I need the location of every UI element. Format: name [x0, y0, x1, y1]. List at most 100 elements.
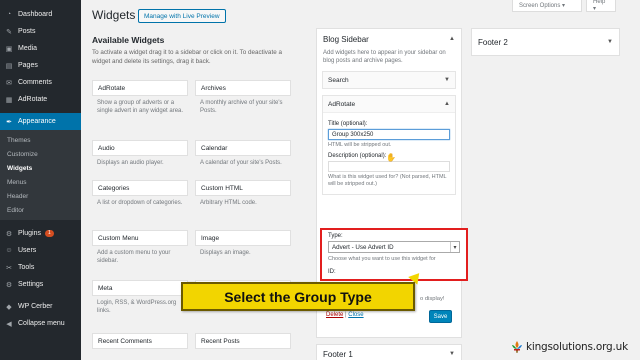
- menu-item-label: Posts: [18, 28, 36, 35]
- shield-icon: ◆: [6, 303, 12, 311]
- manage-live-preview-button[interactable]: Manage with Live Preview: [138, 9, 226, 23]
- menu-item-label: Comments: [18, 79, 52, 86]
- chevron-down-icon[interactable]: ▼: [607, 39, 613, 45]
- collapse-icon: ◀: [6, 320, 12, 328]
- menu-item-media[interactable]: ▣ Media: [0, 40, 81, 57]
- menu-item-adrotate[interactable]: ▦ AdRotate: [0, 91, 81, 108]
- menu-item-users[interactable]: ☺ Users: [0, 242, 81, 259]
- menu-item-wp-cerber[interactable]: ◆ WP Cerber: [0, 298, 81, 315]
- menu-item-tools[interactable]: ✂ Tools: [0, 259, 81, 276]
- widget-card-description: Arbitrary HTML code.: [200, 200, 257, 206]
- settings-icon: ⚙: [5, 281, 13, 289]
- mouse-cursor-icon: ✋: [386, 153, 396, 162]
- screen-options-tab[interactable]: Screen Options ▾: [512, 0, 582, 12]
- widget-card-description: A monthly archive of your site's Posts.: [200, 100, 283, 114]
- submenu-header[interactable]: Header: [0, 189, 81, 203]
- close-link[interactable]: Close: [348, 312, 363, 318]
- widget-card[interactable]: Recent Posts: [195, 333, 291, 349]
- instruction-callout: Select the Group Type: [181, 282, 415, 311]
- separator: |: [345, 312, 347, 318]
- widget-card[interactable]: Custom Menu Add a custom menu to your sid…: [92, 230, 188, 265]
- media-icon: ▣: [5, 45, 13, 53]
- save-button[interactable]: Save: [429, 310, 452, 323]
- chevron-up-icon[interactable]: ▲: [444, 101, 450, 107]
- widget-card-title[interactable]: Custom Menu: [92, 230, 188, 246]
- widget-card[interactable]: Recent Comments: [92, 333, 188, 349]
- page-title: Widgets: [92, 8, 136, 22]
- blog-sidebar-header[interactable]: Blog Sidebar ▲: [317, 29, 461, 49]
- menu-item-settings[interactable]: ⚙ Settings: [0, 276, 81, 293]
- type-label: Type:: [328, 233, 343, 239]
- widget-card[interactable]: AdRotate Show a group of adverts or a sin…: [92, 80, 188, 115]
- submenu-editor[interactable]: Editor: [0, 203, 81, 217]
- menu-item-label: Media: [18, 45, 38, 52]
- appearance-submenu: Themes Customize Widgets Menus Header Ed…: [0, 130, 81, 220]
- type-select[interactable]: Advert - Use Advert ID ▾: [328, 241, 460, 253]
- chevron-down-icon[interactable]: ▼: [444, 77, 450, 83]
- widget-card-title[interactable]: AdRotate: [92, 80, 188, 96]
- menu-item-plugins[interactable]: ⚙ Plugins 1: [0, 225, 81, 242]
- widget-card-description: Show a group of adverts or a single adve…: [97, 100, 184, 114]
- footer-1-area[interactable]: Footer 1 ▼: [316, 344, 462, 360]
- pages-icon: ▤: [5, 62, 13, 70]
- submenu-widgets[interactable]: Widgets: [0, 161, 81, 175]
- description-field[interactable]: [328, 161, 450, 172]
- menu-item-label: AdRotate: [18, 96, 48, 103]
- widget-card-title[interactable]: Meta: [92, 280, 188, 296]
- footer-1-title: Footer 1: [323, 349, 353, 359]
- widget-card-title[interactable]: Recent Comments: [92, 333, 188, 349]
- brand-logo: kingsolutions.org.uk: [510, 340, 628, 354]
- menu-item-label: Collapse menu: [18, 320, 65, 327]
- submenu-menus[interactable]: Menus: [0, 175, 81, 189]
- users-icon: ☺: [5, 247, 13, 254]
- widget-card-description: Displays an audio player.: [97, 160, 164, 166]
- menu-item-posts[interactable]: ✎ Posts: [0, 23, 81, 40]
- widget-card-title[interactable]: Audio: [92, 140, 188, 156]
- id-label: ID:: [328, 269, 336, 275]
- adrotate-widget: AdRotate ▲ Title (optional): Group 300x2…: [322, 95, 456, 195]
- blog-sidebar-description: Add widgets here to appear in your sideb…: [323, 50, 446, 64]
- widget-card[interactable]: Calendar A calendar of your site's Posts.: [195, 140, 291, 167]
- widget-card-title[interactable]: Calendar: [195, 140, 291, 156]
- widget-card-title[interactable]: Recent Posts: [195, 333, 291, 349]
- widget-card-title[interactable]: Archives: [195, 80, 291, 96]
- adrotate-widget-title: AdRotate: [328, 100, 356, 108]
- menu-item-label: Users: [18, 247, 37, 254]
- chevron-down-icon[interactable]: ▾: [450, 242, 459, 252]
- adrotate-icon: ▦: [5, 96, 13, 104]
- help-tab[interactable]: Help ▾: [586, 0, 616, 12]
- widget-actions: Delete | Close: [326, 312, 364, 318]
- widget-card[interactable]: Image Displays an image.: [195, 230, 291, 257]
- widget-card[interactable]: Categories A list or dropdown of categori…: [92, 180, 188, 207]
- update-count-badge: 1: [44, 230, 54, 237]
- type-hint: Choose what you want to use this widget …: [328, 256, 436, 262]
- menu-item-label: Dashboard: [18, 11, 53, 18]
- widget-card[interactable]: Archives A monthly archive of your site's…: [195, 80, 291, 115]
- chevron-down-icon[interactable]: ▼: [449, 351, 455, 357]
- widget-card-title[interactable]: Image: [195, 230, 291, 246]
- title-field[interactable]: Group 300x250: [328, 129, 450, 140]
- menu-item-comments[interactable]: ✉ Comments: [0, 74, 81, 91]
- widget-card-title[interactable]: Custom HTML: [195, 180, 291, 196]
- widget-card[interactable]: Meta Login, RSS, & WordPress.org links.: [92, 280, 188, 315]
- dashboard-icon: ◔: [6, 11, 12, 18]
- search-widget-title: Search: [328, 76, 349, 84]
- menu-item-dashboard[interactable]: ◔ Dashboard: [0, 6, 81, 23]
- delete-link[interactable]: Delete: [326, 312, 343, 318]
- submenu-customize[interactable]: Customize: [0, 147, 81, 161]
- menu-item-appearance[interactable]: ✒ Appearance: [0, 113, 81, 130]
- widget-card-title[interactable]: Categories: [92, 180, 188, 196]
- menu-item-label: WP Cerber: [18, 303, 53, 310]
- menu-item-pages[interactable]: ▤ Pages: [0, 57, 81, 74]
- menu-item-collapse-menu[interactable]: ◀ Collapse menu: [0, 315, 81, 332]
- widget-card-description: Login, RSS, & WordPress.org links.: [97, 300, 177, 314]
- footer-2-area[interactable]: Footer 2 ▼: [471, 28, 620, 56]
- menu-item-label: Plugins: [18, 230, 41, 237]
- menu-item-label: Appearance: [18, 118, 56, 125]
- search-widget[interactable]: Search ▼: [322, 71, 456, 89]
- type-select-value: Advert - Use Advert ID: [332, 243, 394, 251]
- widget-card[interactable]: Audio Displays an audio player.: [92, 140, 188, 167]
- available-widgets-title: Available Widgets: [92, 35, 165, 45]
- widget-card[interactable]: Custom HTML Arbitrary HTML code.: [195, 180, 291, 207]
- submenu-themes[interactable]: Themes: [0, 133, 81, 147]
